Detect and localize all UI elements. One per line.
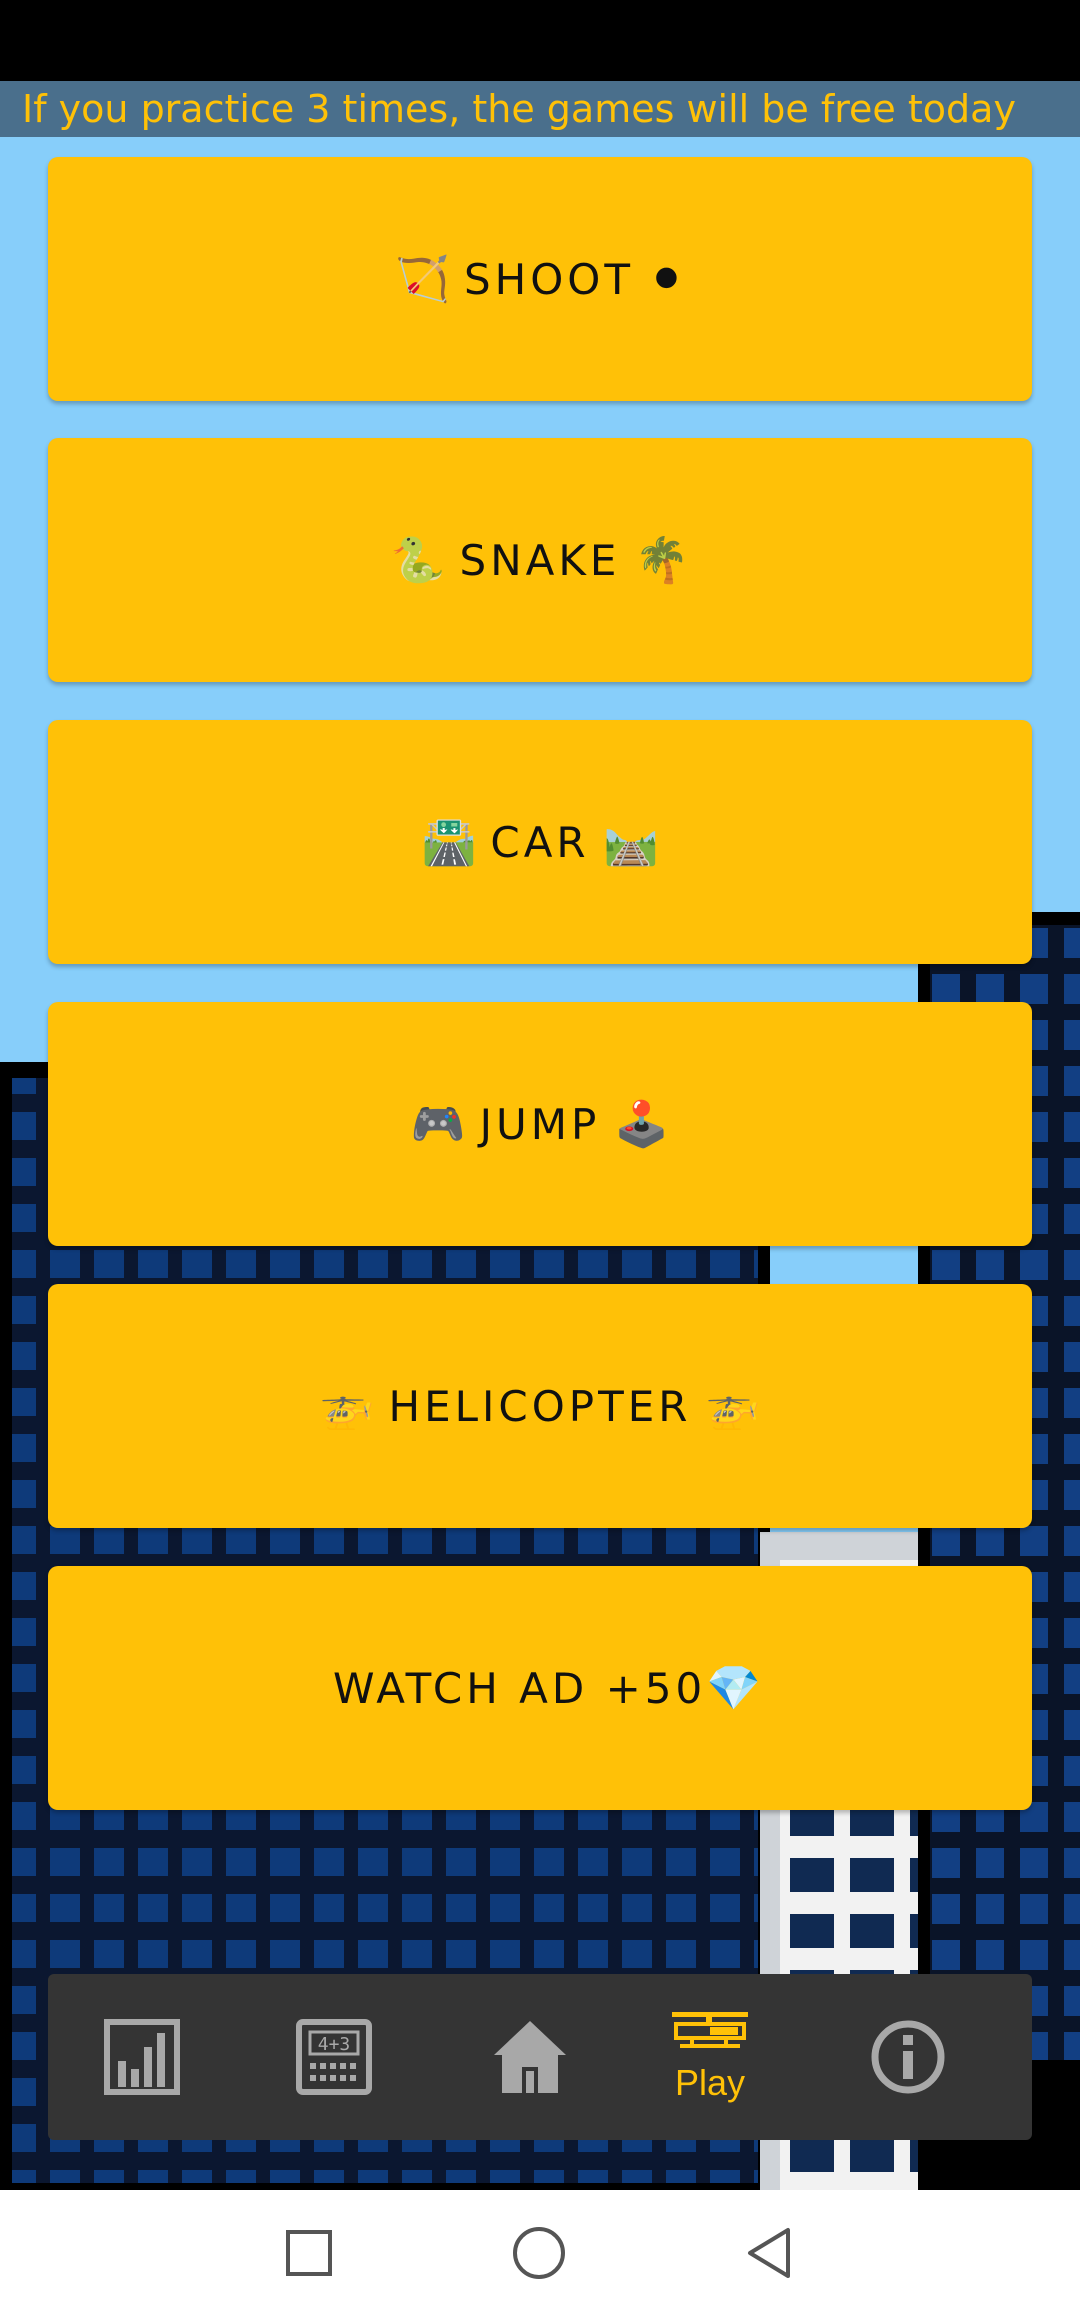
- bottom-navigation: 4+3 Play: [48, 1974, 1032, 2140]
- system-navigation-bar: [0, 2190, 1080, 2312]
- recents-button[interactable]: [264, 2208, 354, 2298]
- jump-button[interactable]: 🎮 JUMP 🕹️: [48, 1002, 1032, 1246]
- helicopter-button[interactable]: 🚁 HELICOPTER 🚁: [48, 1284, 1032, 1528]
- nav-info[interactable]: [828, 1974, 988, 2140]
- back-button[interactable]: [724, 2208, 814, 2298]
- square-recents-icon: [286, 2230, 332, 2276]
- jump-label: JUMP: [479, 1099, 601, 1149]
- nav-calculator[interactable]: 4+3: [254, 1974, 414, 2140]
- diamond-icon: 💎: [706, 1663, 761, 1714]
- circle-home-icon: [513, 2227, 565, 2279]
- joystick-icon: 🕹️: [614, 1099, 670, 1150]
- home-button[interactable]: [494, 2208, 584, 2298]
- shoot-button[interactable]: 🏹 SHOOT ⚫: [48, 157, 1032, 401]
- svg-text:4+3: 4+3: [318, 2034, 351, 2055]
- helicopter-left-icon: 🚁: [319, 1381, 375, 1432]
- railway-track-icon: 🛤️: [603, 817, 659, 868]
- helicopter-label: HELICOPTER: [388, 1381, 692, 1431]
- watch-ad-button[interactable]: WATCH AD +50 💎: [48, 1566, 1032, 1810]
- nav-home[interactable]: [450, 1974, 610, 2140]
- snake-icon: 🐍: [390, 535, 446, 586]
- nav-stats[interactable]: [62, 1974, 222, 2140]
- gamepad-icon: 🎮: [410, 1099, 466, 1150]
- bar-chart-icon: [104, 2019, 180, 2095]
- helicopter-right-icon: 🚁: [705, 1381, 761, 1432]
- nav-play-label: Play: [674, 2062, 746, 2103]
- palm-tree-icon: 🌴: [634, 535, 690, 586]
- nav-play[interactable]: Play: [630, 1974, 790, 2140]
- helicopter-icon: [672, 2012, 748, 2048]
- shoot-label: SHOOT: [463, 254, 634, 304]
- snake-button[interactable]: 🐍 SNAKE 🌴: [48, 438, 1032, 682]
- ball-icon: ⚫: [647, 253, 685, 305]
- bow-arrow-icon: 🏹: [395, 254, 450, 305]
- snake-label: SNAKE: [459, 535, 621, 585]
- home-icon: [494, 2021, 566, 2093]
- car-label: CAR: [490, 817, 590, 867]
- motorway-icon: 🛣️: [421, 817, 477, 868]
- practice-banner: If you practice 3 times, the games will …: [0, 81, 1080, 137]
- info-icon: [871, 2020, 945, 2094]
- watch-ad-label: WATCH AD +50: [332, 1663, 707, 1713]
- car-button[interactable]: 🛣️ CAR 🛤️: [48, 720, 1032, 964]
- triangle-back-icon: [748, 2228, 790, 2278]
- calculator-icon: 4+3: [296, 2019, 372, 2095]
